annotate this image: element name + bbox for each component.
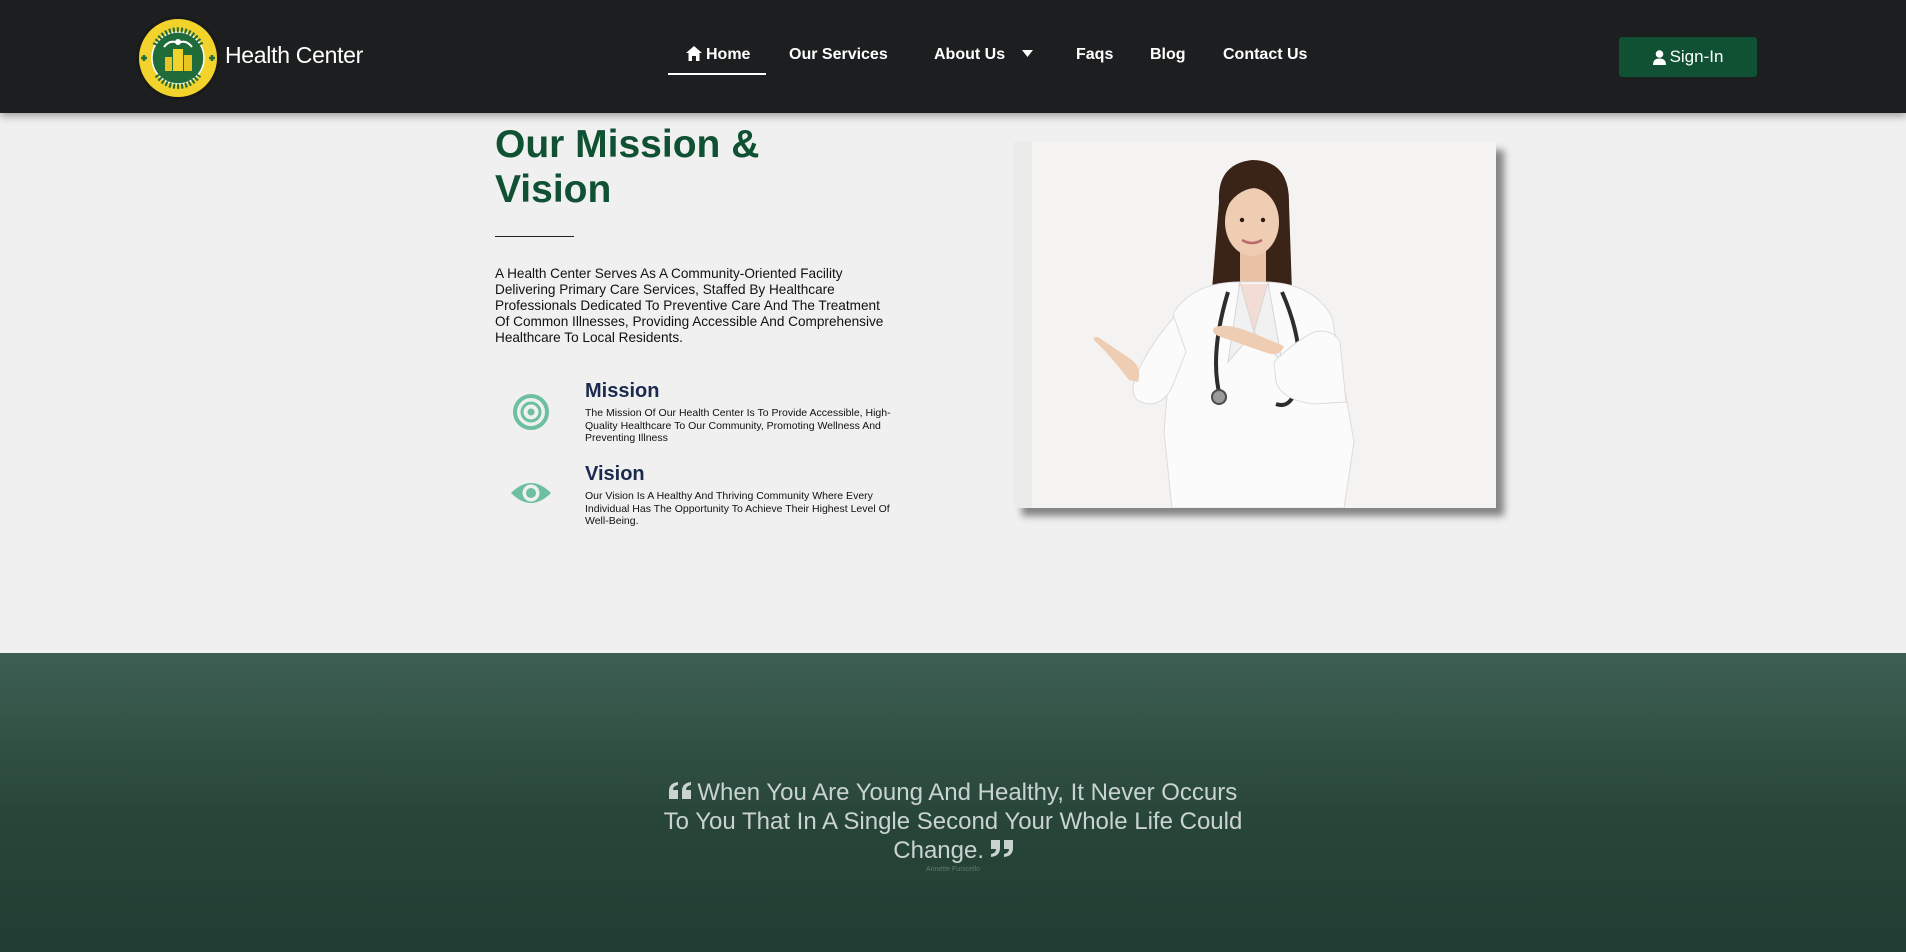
quote-author: Annette Funicello	[925, 866, 981, 873]
nav-our-services-label: Our Services	[789, 46, 888, 63]
nav-contact-us-label: Contact Us	[1223, 46, 1308, 63]
quote-text: When You Are Young And Healthy, It Never…	[663, 779, 1243, 864]
intro-paragraph: A Health Center Serves As A Community-Or…	[495, 266, 884, 345]
nav-blog-label: Blog	[1150, 46, 1186, 63]
title-divider	[495, 236, 574, 237]
nav-our-services[interactable]: Our Services	[789, 46, 888, 64]
nav-about-us[interactable]: About Us	[934, 46, 1033, 64]
eye-icon	[511, 483, 551, 503]
health-center-logo[interactable]	[135, 15, 221, 101]
quote-open-icon	[668, 782, 691, 799]
target-icon	[513, 394, 549, 430]
nav-blog[interactable]: Blog	[1150, 46, 1186, 64]
mission-text: The Mission Of Our Health Center Is To P…	[585, 407, 891, 444]
user-icon	[1652, 49, 1666, 65]
sign-in-button[interactable]: Sign-In	[1619, 37, 1757, 77]
nav-home-label: Home	[706, 46, 751, 63]
nav-contact-us[interactable]: Contact Us	[1223, 46, 1307, 64]
brand-name[interactable]: Health Center	[225, 42, 363, 69]
quote-close-icon	[990, 840, 1013, 857]
nav-faqs[interactable]: Faqs	[1076, 46, 1113, 64]
caret-down-icon	[1021, 50, 1033, 57]
section-title: Our Mission & Vision	[495, 123, 760, 211]
nav-about-us-label: About Us	[934, 46, 1006, 63]
sign-in-label: Sign-In	[1669, 47, 1724, 66]
home-icon	[686, 46, 702, 61]
mission-heading: Mission	[585, 380, 660, 402]
doctor-pointing-image	[1014, 142, 1496, 508]
vision-text: Our Vision Is A Healthy And Thriving Com…	[585, 490, 890, 527]
site-header: Health Center Home Our Services About Us…	[0, 0, 1906, 113]
doctor-photo	[1014, 142, 1496, 508]
nav-faqs-label: Faqs	[1076, 46, 1114, 63]
vision-heading: Vision	[585, 463, 645, 485]
quote-section: When You Are Young And Healthy, It Never…	[0, 653, 1906, 952]
quote-block: When You Are Young And Healthy, It Never…	[653, 778, 1253, 865]
nav-home[interactable]: Home	[667, 46, 768, 75]
